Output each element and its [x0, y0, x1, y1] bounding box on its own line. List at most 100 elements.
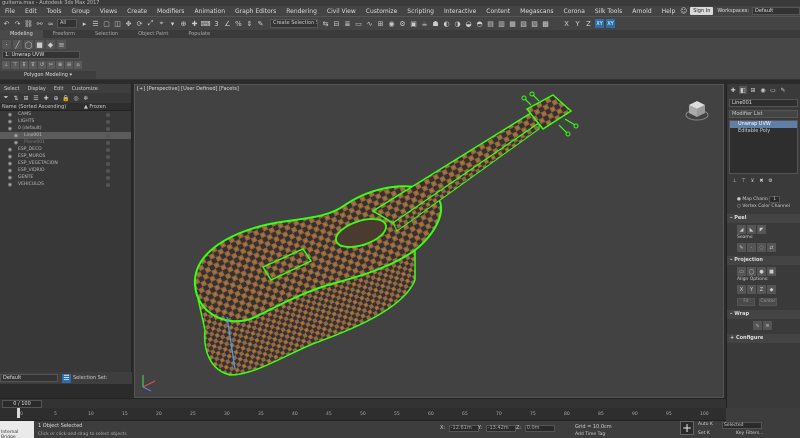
angle-snap-icon[interactable]: ∠ — [223, 19, 232, 28]
menu-views[interactable]: Views — [95, 8, 122, 15]
visibility-eye-icon[interactable]: ◉ — [6, 161, 14, 167]
spline-wrap-icon[interactable]: ∿ — [753, 321, 762, 330]
menu-help[interactable]: Help — [657, 8, 681, 15]
rendered-frame-icon[interactable]: ▣ — [409, 19, 418, 28]
layers-toggle-icon[interactable]: ☰ — [32, 94, 40, 102]
render-icon[interactable]: ☕ — [420, 19, 429, 28]
time-slider[interactable]: 0 / 100 — [0, 398, 726, 408]
seam-edit-icon[interactable]: ✎ — [737, 243, 746, 252]
render-setup-icon[interactable]: ⚙ — [398, 19, 407, 28]
sort-icon[interactable]: ⇅ — [12, 94, 20, 102]
scene-tree-row[interactable]: ◉ VEHICULOS — [0, 181, 131, 188]
stack-item-unwrap-uvw[interactable]: Unwrap UVW — [730, 121, 797, 128]
spherical-map-icon[interactable]: ● — [757, 267, 766, 276]
undo-icon[interactable]: ↶ — [2, 19, 11, 28]
cap-icon[interactable]: ⌂ — [74, 61, 82, 69]
scene-tree-row[interactable]: ◉ ESP_VIDRIO — [0, 167, 131, 174]
sign-in-button[interactable]: Sign In — [690, 7, 714, 15]
ribbon-tab-modeling[interactable]: Modeling — [0, 30, 43, 38]
coord-z-value[interactable]: 0.0m — [524, 425, 555, 432]
menu-tools[interactable]: Tools — [42, 8, 67, 15]
align-z-icon[interactable]: Z — [757, 285, 766, 294]
add-time-tag[interactable]: Add Time Tag — [575, 432, 605, 437]
motion-tab-icon[interactable]: ◉ — [759, 86, 767, 94]
frozen-toggle-icon[interactable] — [106, 119, 110, 124]
maxscript-listener[interactable]: Internal Bridge — [0, 421, 34, 438]
scene-tree-row[interactable]: ◉ Plane001 — [0, 139, 131, 146]
bind-space-warp-icon[interactable]: ≈ — [46, 19, 55, 28]
keyboard-shortcut-icon[interactable]: ⌨ — [200, 19, 210, 28]
menu-silk-tools[interactable]: Silk Tools — [590, 8, 627, 15]
scene-tree-row[interactable]: ◉ Line001 — [0, 132, 131, 139]
seam-convert-icon[interactable]: ⇄ — [767, 243, 776, 252]
scene-menu-display[interactable]: Display — [23, 86, 49, 92]
cylindrical-map-icon[interactable]: ◯ — [747, 267, 756, 276]
pivot-center-icon[interactable]: ⊕ — [179, 19, 188, 28]
user-icon[interactable]: ☺ — [679, 7, 688, 16]
menu-group[interactable]: Group — [66, 8, 94, 15]
quickslice-icon[interactable]: ✂ — [47, 61, 55, 69]
visibility-eye-icon[interactable]: ◉ — [6, 175, 14, 181]
filter-funnel-icon[interactable]: ⏷ — [2, 94, 10, 102]
hide-icon[interactable]: ◎ — [72, 94, 80, 102]
toggle-ribbon-icon[interactable]: ▭ — [354, 19, 363, 28]
show-end-result-icon[interactable]: ⊤ — [11, 61, 19, 69]
menu-rendering[interactable]: Rendering — [281, 8, 322, 15]
corona-vfb-icon[interactable]: ◑ — [453, 19, 462, 28]
peel-rollout[interactable]: – Peel — [727, 214, 800, 223]
pin-stack-icon[interactable]: ⊥ — [2, 61, 10, 69]
schematic-view-icon[interactable]: ⊞ — [376, 19, 385, 28]
curve-editor-icon[interactable]: ∿ — [365, 19, 374, 28]
seam-point-icon[interactable]: · — [747, 243, 756, 252]
visibility-eye-icon[interactable]: ◉ — [6, 154, 14, 160]
scene-tree-row[interactable]: ◉ LIGHTS — [0, 118, 131, 125]
lock-icon[interactable]: 🔒 — [62, 94, 70, 102]
add-to-layer-icon[interactable]: ⊕ — [52, 94, 60, 102]
set-key-button[interactable]: Set K — [698, 431, 710, 436]
axis-xy-button-2[interactable]: XY — [606, 19, 615, 28]
column-frozen[interactable]: ▲ Frozen — [84, 103, 106, 110]
selection-set-icon[interactable]: ☰ — [62, 373, 71, 383]
scene-menu-select[interactable]: Select — [0, 86, 23, 92]
menu-interactive[interactable]: Interactive — [439, 8, 481, 15]
frozen-toggle-icon[interactable] — [106, 154, 110, 159]
stack-mode-icon[interactable]: ≡ — [57, 40, 66, 49]
visibility-eye-icon[interactable]: ◉ — [6, 147, 14, 153]
hierarchy-tab-icon[interactable]: ⊞ — [749, 86, 757, 94]
rect-selection-icon[interactable]: ▢ — [102, 19, 111, 28]
corona-stop-icon[interactable]: ◓ — [475, 19, 484, 28]
visibility-eye-icon[interactable]: ◉ — [6, 112, 14, 118]
menu-customize[interactable]: Customize — [361, 8, 403, 15]
perspective-viewport[interactable]: [+] [Perspective] [User Defined] [Facets… — [134, 84, 724, 398]
vertex-color-row[interactable]: ○ Vertex Color Channel — [727, 203, 800, 210]
align-icon[interactable]: ⊟ — [332, 19, 341, 28]
menu-megascans[interactable]: Megascans — [515, 8, 558, 15]
scene-tree-row[interactable]: ◉ ESP_MUROS — [0, 153, 131, 160]
rotate-icon[interactable]: ⟳ — [135, 19, 144, 28]
link-icon[interactable]: ⛓ — [24, 19, 33, 28]
peel-mode-icon[interactable]: ◣ — [747, 225, 756, 234]
visibility-eye-icon[interactable]: ◉ — [6, 119, 14, 125]
move-icon[interactable]: ✥ — [124, 19, 133, 28]
ribbon-tab-selection[interactable]: Selection — [85, 30, 128, 38]
ribbon-tab-freeform[interactable]: Freeform — [43, 30, 85, 38]
vertex-mode-icon[interactable]: · — [2, 40, 11, 49]
frozen-toggle-icon[interactable] — [106, 147, 110, 152]
menu-corona[interactable]: Corona — [559, 8, 590, 15]
detach-icon[interactable]: ⊖ — [65, 61, 73, 69]
scene-tree-row[interactable]: ◉ 0 (default) — [0, 125, 131, 132]
menu-arnold[interactable]: Arnold — [627, 8, 656, 15]
select-object-icon[interactable]: ▸ — [80, 19, 89, 28]
mirror-icon[interactable]: ⇆ — [321, 19, 330, 28]
axis-z-button[interactable]: Z — [584, 19, 593, 28]
menu-civil-view[interactable]: Civil View — [322, 8, 361, 15]
frozen-toggle-icon[interactable] — [106, 112, 110, 117]
align-x-icon[interactable]: X — [737, 285, 746, 294]
corona-interactive-icon[interactable]: ◒ — [464, 19, 473, 28]
edit-named-sets-icon[interactable]: ✎ — [256, 19, 265, 28]
map-channel-value[interactable]: 1 — [769, 196, 781, 203]
projection-rollout[interactable]: – Projection — [727, 256, 800, 265]
visibility-eye-icon[interactable]: ◉ — [6, 126, 14, 132]
visibility-eye-icon[interactable]: ◉ — [6, 168, 14, 174]
set-key-icon[interactable]: + — [680, 421, 694, 435]
